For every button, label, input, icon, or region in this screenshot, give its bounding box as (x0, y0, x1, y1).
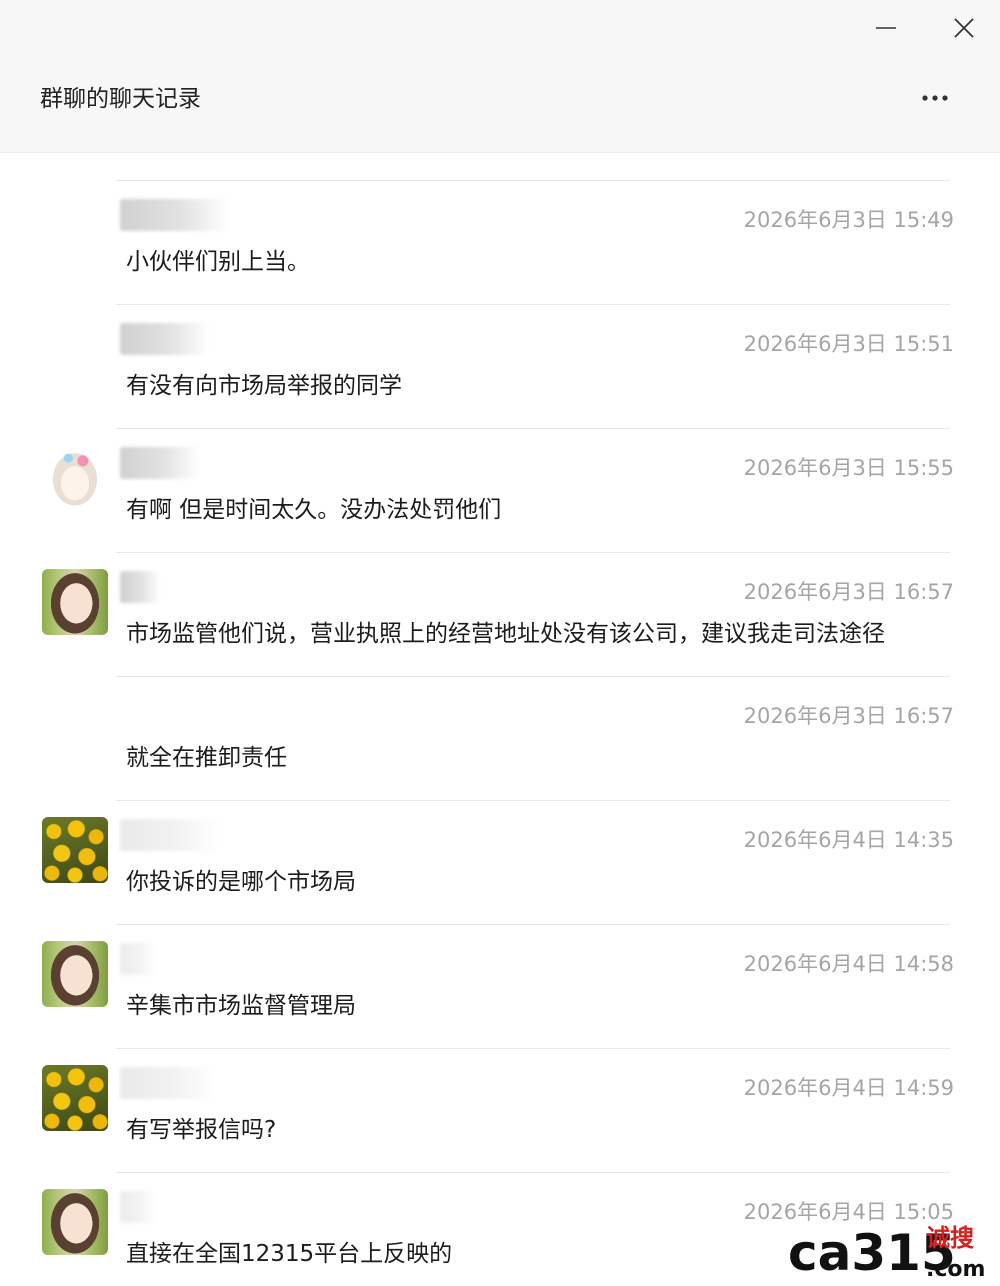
message-item: 2026年6月3日 15:55 有啊 但是时间太久。没办法处罚他们 (0, 400, 1000, 524)
message-time: 2026年6月4日 14:35 (743, 828, 954, 852)
message-time: 2026年6月4日 14:59 (743, 1076, 954, 1100)
sender-name-redacted (120, 323, 210, 355)
divider (116, 800, 950, 801)
title-bar: 群聊的聊天记录 (0, 0, 1000, 153)
divider (116, 304, 950, 305)
watermark-brand-top: 诚搜 (926, 1224, 974, 1252)
message-text: 市场监管他们说，营业执照上的经营地址处没有该公司，建议我走司法途径 (126, 621, 885, 647)
sender-name-redacted (120, 571, 160, 603)
minimize-button[interactable] (866, 8, 906, 48)
message-time: 2026年6月3日 15:51 (743, 332, 954, 356)
message-text: 有没有向市场局举报的同学 (126, 373, 402, 399)
avatar[interactable] (42, 941, 108, 1007)
close-button[interactable] (944, 8, 984, 48)
sender-name-redacted (120, 199, 230, 231)
message-time: 2026年6月3日 15:49 (743, 208, 954, 232)
message-item: 2026年6月3日 15:49 小伙伴们别上当。 (0, 152, 1000, 276)
message-text: 辛集市市场监督管理局 (126, 993, 356, 1019)
message-item: 2026年6月3日 15:51 有没有向市场局举报的同学 (0, 276, 1000, 400)
divider (116, 924, 950, 925)
avatar[interactable] (42, 569, 108, 635)
more-icon (922, 95, 948, 101)
minimize-icon (876, 27, 896, 29)
message-text: 就全在推卸责任 (126, 745, 287, 771)
sender-name-redacted (120, 1191, 156, 1223)
message-time: 2026年6月3日 16:57 (743, 704, 954, 728)
message-time: 2026年6月3日 15:55 (743, 456, 954, 480)
sender-name-redacted (120, 819, 220, 851)
message-list[interactable]: 2026年6月3日 15:49 小伙伴们别上当。 2026年6月3日 15:51… (0, 152, 1000, 1286)
divider (116, 1172, 950, 1173)
message-text: 直接在全国12315平台上反映的 (126, 1241, 453, 1267)
close-icon (954, 18, 974, 38)
avatar[interactable] (42, 817, 108, 883)
chat-history-window: 群聊的聊天记录 2026年6月3日 15:49 小伙伴们别上当。 2026年6月… (0, 0, 1000, 1286)
sender-name-redacted (120, 943, 156, 975)
window-title: 群聊的聊天记录 (40, 86, 201, 112)
message-item: 2026年6月4日 14:59 有写举报信吗? (0, 1020, 1000, 1144)
message-text: 小伙伴们别上当。 (126, 249, 310, 275)
avatar[interactable] (42, 445, 108, 511)
divider (116, 428, 950, 429)
message-text: 有写举报信吗? (126, 1117, 277, 1143)
message-time: 2026年6月4日 14:58 (743, 952, 954, 976)
divider (116, 1048, 950, 1049)
message-item: 2026年6月3日 16:57 市场监管他们说，营业执照上的经营地址处没有该公司… (0, 524, 1000, 648)
watermark-brand-bottom: .com (926, 1257, 985, 1282)
message-text: 有啊 但是时间太久。没办法处罚他们 (126, 497, 502, 523)
divider (116, 676, 950, 677)
message-time: 2026年6月3日 16:57 (743, 580, 954, 604)
avatar[interactable] (42, 1189, 108, 1255)
avatar[interactable] (42, 1065, 108, 1131)
message-item: 2026年6月4日 14:35 你投诉的是哪个市场局 (0, 772, 1000, 896)
message-text: 你投诉的是哪个市场局 (126, 869, 356, 895)
sender-name-redacted (120, 447, 200, 479)
message-item: 2026年6月4日 14:58 辛集市市场监督管理局 (0, 896, 1000, 1020)
message-item: 2026年6月3日 16:57 就全在推卸责任 (0, 648, 1000, 772)
watermark-logo: ca315 诚搜 .com (788, 1224, 985, 1282)
more-options-button[interactable] (912, 80, 958, 116)
divider (116, 552, 950, 553)
sender-name-redacted (120, 1067, 216, 1099)
divider (116, 180, 950, 181)
